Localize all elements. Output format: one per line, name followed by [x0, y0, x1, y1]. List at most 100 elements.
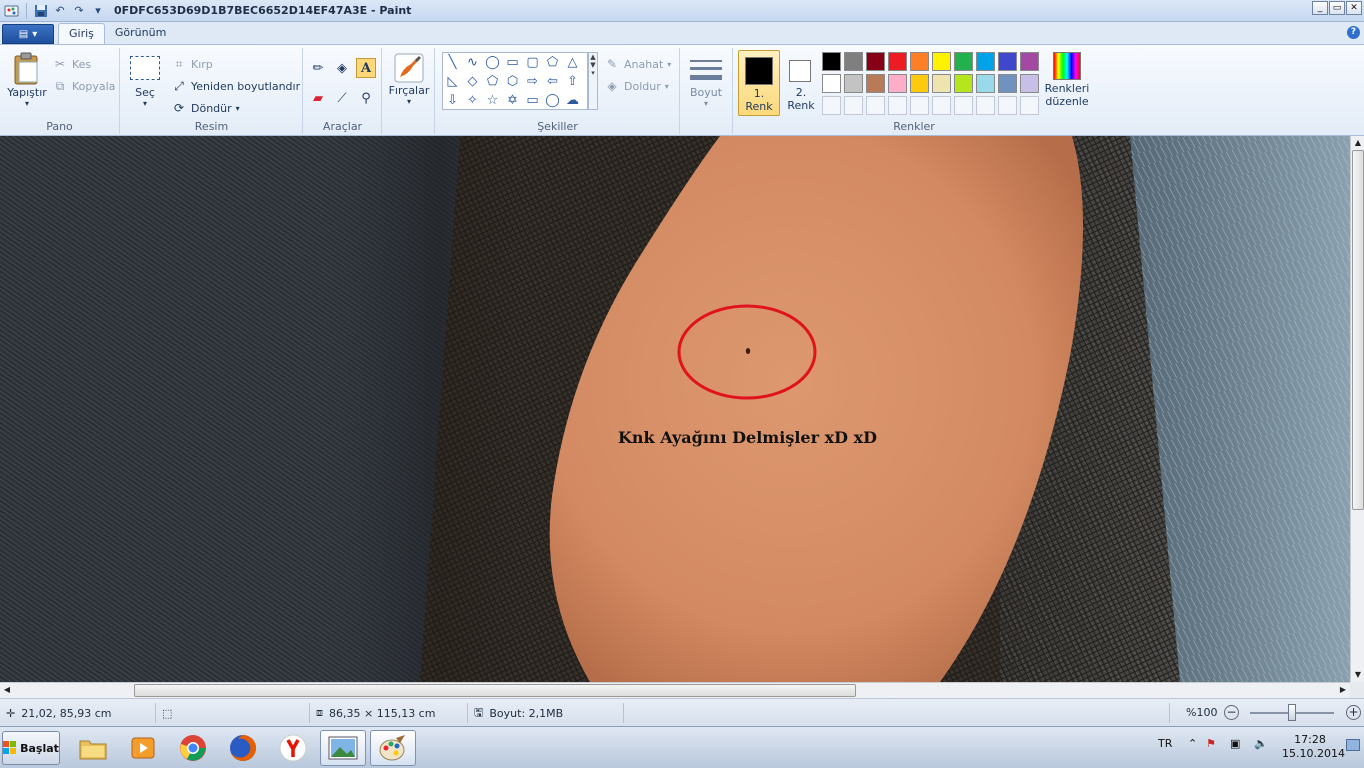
rounded-rectangle-shape-icon[interactable]: ▢ — [524, 54, 541, 71]
rectangle-shape-icon[interactable]: ▭ — [504, 54, 521, 71]
custom-color-slot[interactable] — [1020, 96, 1039, 115]
color-swatch[interactable] — [954, 74, 973, 93]
color-swatch[interactable] — [844, 74, 863, 93]
color-swatch[interactable] — [822, 74, 841, 93]
color-swatch[interactable] — [866, 74, 885, 93]
line-shape-icon[interactable]: ╲ — [444, 54, 461, 71]
redo-icon[interactable]: ↷ — [71, 3, 87, 19]
diamond-shape-icon[interactable]: ◇ — [464, 73, 481, 90]
star4-shape-icon[interactable]: ✧ — [464, 92, 481, 109]
triangle-shape-icon[interactable]: △ — [564, 54, 581, 71]
color-swatch[interactable] — [976, 52, 995, 71]
fill-bucket-icon[interactable]: ◈ — [332, 58, 352, 78]
customize-qat-icon[interactable]: ▾ — [90, 3, 106, 19]
volume-icon[interactable]: 🔈 — [1254, 737, 1268, 750]
cut-button[interactable]: ✂ Kes — [52, 56, 91, 72]
color-swatch[interactable] — [866, 52, 885, 71]
polygon-shape-icon[interactable]: ⬠ — [544, 54, 561, 71]
magnifier-icon[interactable]: ⚲ — [356, 88, 376, 108]
crop-button[interactable]: ⌗ Kırp — [171, 56, 213, 72]
color-swatch[interactable] — [888, 74, 907, 93]
show-desktop-icon[interactable] — [1346, 739, 1360, 751]
zoom-slider-thumb[interactable] — [1288, 704, 1296, 721]
drawing-canvas[interactable]: Knk Ayağını Delmişler xD xD — [0, 136, 1350, 682]
save-icon[interactable] — [33, 3, 49, 19]
pentagon-shape-icon[interactable]: ⬠ — [484, 73, 501, 90]
undo-icon[interactable]: ↶ — [52, 3, 68, 19]
select-button[interactable]: Seç ▾ — [127, 56, 163, 108]
input-language[interactable]: TR — [1158, 737, 1172, 750]
pencil-icon[interactable]: ✏ — [308, 58, 328, 78]
scroll-up-arrow-icon[interactable]: ▲ — [1351, 136, 1364, 150]
rotate-button[interactable]: ⟳ Döndür ▾ — [171, 100, 240, 116]
custom-color-slot[interactable] — [822, 96, 841, 115]
horizontal-scrollbar[interactable]: ◀ ▶ — [0, 682, 1350, 698]
help-icon[interactable]: ? — [1347, 26, 1360, 39]
shapes-gallery-scroll[interactable]: ▲ ▼ ▾ — [588, 52, 598, 110]
start-button[interactable]: Başlat — [2, 731, 60, 765]
taskbar-chrome[interactable] — [170, 730, 216, 766]
color-swatch[interactable] — [1020, 74, 1039, 93]
color-swatch[interactable] — [998, 74, 1017, 93]
minimize-button[interactable]: _ — [1312, 1, 1328, 15]
taskbar-explorer[interactable] — [70, 730, 116, 766]
clock[interactable]: 17:28 15.10.2014 — [1282, 733, 1345, 761]
custom-color-slot[interactable] — [844, 96, 863, 115]
arrow-up-shape-icon[interactable]: ⇧ — [564, 73, 581, 90]
brushes-button[interactable]: Fırçalar ▾ — [387, 52, 431, 106]
color-swatch[interactable] — [932, 52, 951, 71]
taskbar-firefox[interactable] — [220, 730, 266, 766]
close-button[interactable]: ✕ — [1346, 1, 1362, 15]
scroll-down-arrow-icon[interactable]: ▼ — [1351, 668, 1364, 682]
text-tool-icon[interactable]: A — [356, 58, 376, 78]
color1-button[interactable]: 1. Renk — [738, 50, 780, 116]
arrow-left-shape-icon[interactable]: ⇦ — [544, 73, 561, 90]
vertical-scroll-thumb[interactable] — [1352, 150, 1364, 510]
taskbar-media-player[interactable] — [120, 730, 166, 766]
fill-button[interactable]: ◈ Doldur ▾ — [604, 78, 668, 94]
tab-view[interactable]: Görünüm — [105, 23, 176, 44]
scroll-right-arrow-icon[interactable]: ▶ — [1336, 683, 1350, 697]
star6-shape-icon[interactable]: ✡ — [504, 92, 521, 109]
color-picker-icon[interactable]: ⟋ — [332, 88, 352, 108]
callout-rect-shape-icon[interactable]: ▭ — [524, 92, 541, 109]
color-swatch[interactable] — [932, 74, 951, 93]
network-icon[interactable]: ▣ — [1230, 737, 1240, 750]
color-swatch[interactable] — [844, 52, 863, 71]
color-swatch[interactable] — [910, 52, 929, 71]
right-triangle-shape-icon[interactable]: ◺ — [444, 73, 461, 90]
size-button[interactable]: Boyut ▾ — [687, 56, 725, 108]
arrow-down-shape-icon[interactable]: ⇩ — [444, 92, 461, 109]
taskbar-yandex[interactable] — [270, 730, 316, 766]
arrow-right-shape-icon[interactable]: ⇨ — [524, 73, 541, 90]
file-menu-button[interactable]: ▤ ▾ — [2, 24, 54, 44]
scroll-left-arrow-icon[interactable]: ◀ — [0, 683, 14, 697]
edit-colors-button[interactable]: Renkleri düzenle — [1042, 52, 1092, 108]
color-swatch[interactable] — [822, 52, 841, 71]
custom-color-slot[interactable] — [954, 96, 973, 115]
copy-button[interactable]: ⧉ Kopyala — [52, 78, 116, 94]
star5-shape-icon[interactable]: ☆ — [484, 92, 501, 109]
zoom-out-button[interactable]: − — [1224, 705, 1239, 720]
custom-color-slot[interactable] — [932, 96, 951, 115]
curve-shape-icon[interactable]: ∿ — [464, 54, 481, 71]
custom-color-slot[interactable] — [976, 96, 995, 115]
show-hidden-icons-icon[interactable]: ⌃ — [1188, 737, 1197, 750]
tab-home[interactable]: Giriş — [58, 23, 105, 44]
custom-color-slot[interactable] — [998, 96, 1017, 115]
outline-button[interactable]: ✎ Anahat ▾ — [604, 56, 671, 72]
color-swatch[interactable] — [1020, 52, 1039, 71]
callout-cloud-shape-icon[interactable]: ☁ — [564, 92, 581, 109]
color2-button[interactable]: 2. Renk — [784, 50, 818, 116]
horizontal-scroll-thumb[interactable] — [134, 684, 856, 697]
color-swatch[interactable] — [998, 52, 1017, 71]
oval-shape-icon[interactable]: ◯ — [484, 54, 501, 71]
paste-button[interactable]: Yapıştır ▾ — [6, 52, 48, 108]
custom-color-slot[interactable] — [888, 96, 907, 115]
vertical-scrollbar[interactable]: ▲ ▼ — [1350, 136, 1364, 682]
color-swatch[interactable] — [976, 74, 995, 93]
resize-button[interactable]: ⤢ Yeniden boyutlandır — [171, 78, 300, 94]
taskbar-photo-viewer[interactable] — [320, 730, 366, 766]
zoom-in-button[interactable]: + — [1346, 705, 1361, 720]
hexagon-shape-icon[interactable]: ⬡ — [504, 73, 521, 90]
